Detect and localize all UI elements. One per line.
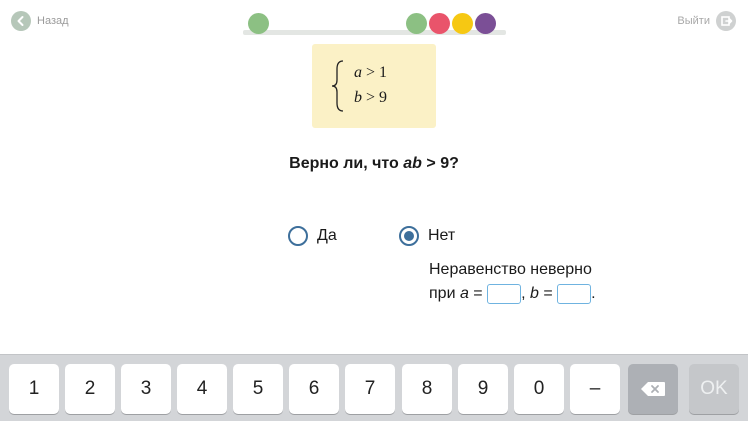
back-label: Назад <box>37 15 69 27</box>
explanation-variable-b: b <box>529 285 539 302</box>
chevron-left-icon <box>11 11 31 31</box>
key-8[interactable]: 8 <box>402 364 452 414</box>
answer-input-a[interactable] <box>487 283 522 304</box>
progress-dot <box>406 13 427 34</box>
variable-b: b <box>354 89 362 106</box>
equals-sign: = <box>468 285 488 302</box>
key-3[interactable]: 3 <box>121 364 171 414</box>
top-bar: Назад Выйти <box>0 0 748 44</box>
question-variable: ab <box>403 155 422 172</box>
option-no-label: Нет <box>428 227 456 244</box>
key-9[interactable]: 9 <box>458 364 508 414</box>
explanation: Неравенство неверно при a = , b = . <box>429 258 596 306</box>
exit-button[interactable]: Выйти <box>677 11 736 31</box>
explanation-line1: Неравенство неверно <box>429 261 592 278</box>
variable-a: a <box>354 64 362 81</box>
exit-icon <box>716 11 736 31</box>
option-no[interactable]: Нет <box>399 226 455 246</box>
condition-rest: > 9 <box>362 89 388 106</box>
option-yes[interactable]: Да <box>288 226 337 246</box>
separator: , <box>521 285 530 302</box>
key-5[interactable]: 5 <box>233 364 283 414</box>
explanation-prefix: при <box>429 285 460 302</box>
key-6[interactable]: 6 <box>289 364 339 414</box>
progress-dot <box>475 13 496 34</box>
key-1[interactable]: 1 <box>9 364 59 414</box>
radio-yes[interactable] <box>288 226 308 246</box>
key-0[interactable]: 0 <box>514 364 564 414</box>
condition-line-b: b > 9 <box>354 89 387 107</box>
question-prefix: Верно ли, что <box>289 155 404 172</box>
backspace-icon <box>641 382 665 396</box>
question-suffix: > 9? <box>421 155 459 172</box>
progress-dot <box>248 13 269 34</box>
ok-key[interactable]: OK <box>689 364 739 414</box>
key-dash[interactable]: – <box>570 364 620 414</box>
key-2[interactable]: 2 <box>65 364 115 414</box>
question-text: Верно ли, что ab > 9? <box>0 155 748 173</box>
exit-label: Выйти <box>677 15 710 27</box>
explanation-variable-a: a <box>459 285 469 302</box>
option-yes-label: Да <box>317 227 337 244</box>
brace-icon <box>331 60 344 112</box>
back-button[interactable]: Назад <box>11 11 69 31</box>
key-7[interactable]: 7 <box>345 364 395 414</box>
backspace-key[interactable] <box>628 364 678 414</box>
answer-input-b[interactable] <box>557 283 592 304</box>
period: . <box>591 285 596 302</box>
progress-dot <box>429 13 450 34</box>
numeric-keyboard: 1 2 3 4 5 6 7 8 9 0 – OK <box>0 354 748 421</box>
radio-no[interactable] <box>399 226 419 246</box>
condition-line-a: a > 1 <box>354 64 387 82</box>
key-4[interactable]: 4 <box>177 364 227 414</box>
equals-sign: = <box>538 285 558 302</box>
condition-rest: > 1 <box>362 64 388 81</box>
explanation-line2: при a = , b = . <box>429 282 596 306</box>
progress-dot <box>452 13 473 34</box>
